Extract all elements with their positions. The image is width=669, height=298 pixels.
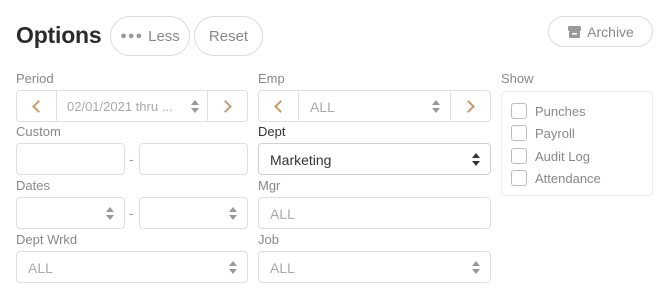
dept-select[interactable]: Marketing	[258, 143, 491, 175]
more-dots-icon: ●●●	[120, 30, 144, 42]
mgr-select[interactable]: ALL	[258, 197, 491, 229]
select-arrows-icon	[229, 207, 237, 220]
period-prev-button[interactable]	[17, 91, 57, 121]
period-label: Period	[16, 71, 54, 86]
select-arrows-icon	[106, 207, 114, 220]
dept-label: Dept	[258, 124, 286, 139]
checkbox-label: Audit Log	[535, 148, 590, 164]
checkbox[interactable]	[511, 103, 527, 119]
reset-button[interactable]: Reset	[194, 16, 263, 56]
custom-range-separator: -	[129, 151, 134, 167]
show-option-punches[interactable]: Punches	[511, 103, 586, 119]
job-value: ALL	[270, 260, 295, 276]
dates-range-separator: -	[129, 205, 134, 221]
archive-box-icon	[568, 25, 582, 38]
dates-end-select[interactable]	[139, 197, 248, 229]
dept-wrkd-label: Dept Wrkd	[16, 232, 78, 247]
checkbox-label: Punches	[535, 103, 586, 119]
page-title: Options	[16, 22, 102, 48]
emp-value: ALL	[310, 99, 335, 115]
show-label: Show	[501, 71, 534, 86]
period-value: 02/01/2021 thru ...	[67, 99, 173, 114]
dept-wrkd-select[interactable]: ALL	[16, 251, 248, 283]
period-select[interactable]: 02/01/2021 thru ...	[57, 91, 207, 121]
select-arrows-icon	[432, 100, 440, 113]
mgr-label: Mgr	[258, 178, 281, 193]
select-arrows-icon	[191, 100, 199, 113]
show-options-panel: Punches Payroll Audit Log Attendance	[501, 91, 653, 196]
select-arrows-icon	[472, 153, 480, 166]
dept-value: Marketing	[270, 152, 332, 168]
archive-button[interactable]: Archive	[548, 16, 653, 47]
chevron-right-icon	[219, 99, 232, 113]
checkbox[interactable]	[511, 148, 527, 164]
archive-label: Archive	[587, 23, 634, 40]
custom-label: Custom	[16, 124, 61, 139]
show-option-attendance[interactable]: Attendance	[511, 170, 601, 186]
emp-label: Emp	[258, 71, 285, 86]
chevron-left-icon	[274, 99, 287, 113]
checkbox-label: Payroll	[535, 125, 575, 141]
chevron-left-icon	[32, 99, 45, 113]
less-button[interactable]: ●●● Less	[110, 16, 190, 56]
mgr-value: ALL	[270, 206, 295, 222]
select-arrows-icon	[472, 261, 480, 274]
show-option-audit-log[interactable]: Audit Log	[511, 148, 590, 164]
dates-label: Dates	[16, 178, 50, 193]
dept-wrkd-value: ALL	[28, 260, 53, 276]
emp-prev-button[interactable]	[259, 91, 299, 121]
emp-next-button[interactable]	[450, 91, 490, 121]
custom-start-input[interactable]	[16, 143, 125, 175]
show-option-payroll[interactable]: Payroll	[511, 125, 575, 141]
chevron-right-icon	[462, 99, 475, 113]
checkbox-label: Attendance	[535, 170, 601, 186]
checkbox[interactable]	[511, 170, 527, 186]
emp-select[interactable]: ALL	[299, 91, 450, 121]
job-label: Job	[258, 232, 279, 247]
less-label: Less	[148, 27, 180, 45]
custom-end-input[interactable]	[139, 143, 248, 175]
emp-selector: ALL	[258, 90, 491, 122]
period-next-button[interactable]	[207, 91, 247, 121]
select-arrows-icon	[229, 261, 237, 274]
period-selector: 02/01/2021 thru ...	[16, 90, 248, 122]
dates-start-select[interactable]	[16, 197, 125, 229]
job-select[interactable]: ALL	[258, 251, 491, 283]
checkbox[interactable]	[511, 125, 527, 141]
